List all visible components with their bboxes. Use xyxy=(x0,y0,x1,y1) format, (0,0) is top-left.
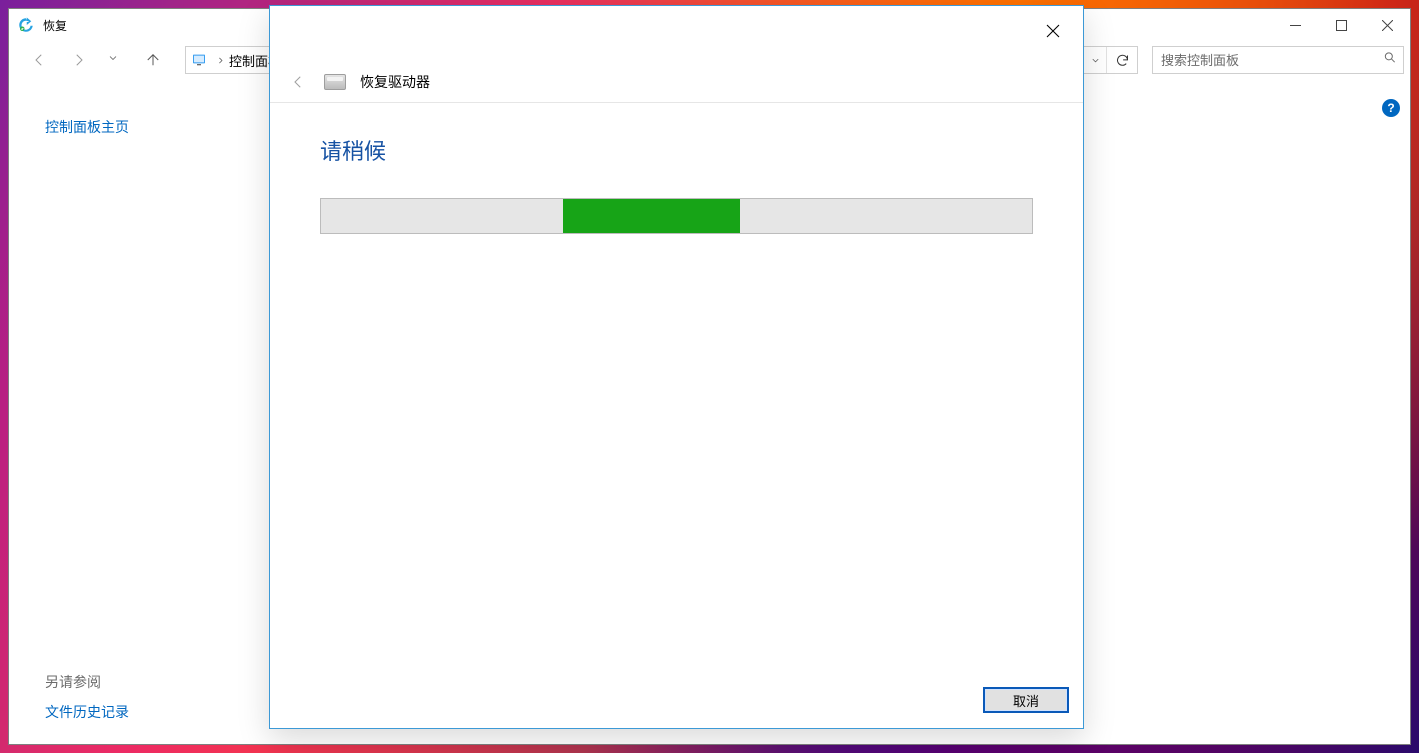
progress-bar-chunk xyxy=(563,199,741,233)
drive-icon xyxy=(324,74,346,90)
search-icon xyxy=(1383,51,1397,70)
progress-bar xyxy=(320,198,1033,234)
cancel-button[interactable]: 取消 xyxy=(983,687,1069,713)
dialog-back-button[interactable] xyxy=(286,73,310,91)
sidebar-link-file-history[interactable]: 文件历史记录 xyxy=(45,702,129,722)
nav-back-button[interactable] xyxy=(27,48,51,72)
nav-arrows xyxy=(15,48,173,72)
window-minimize-button[interactable] xyxy=(1272,9,1318,41)
window-controls xyxy=(1272,9,1410,41)
window-close-button[interactable] xyxy=(1364,9,1410,41)
nav-up-button[interactable] xyxy=(141,48,165,72)
dialog-header: 恢复驱动器 xyxy=(286,72,430,92)
nav-forward-button[interactable] xyxy=(67,48,91,72)
search-box[interactable] xyxy=(1152,46,1404,74)
dialog-footer: 取消 xyxy=(270,672,1083,728)
recovery-control-panel-window: 恢复 xyxy=(8,8,1411,745)
titlebar-left: 恢复 xyxy=(9,16,67,34)
help-icon[interactable]: ? xyxy=(1382,99,1400,117)
refresh-button[interactable] xyxy=(1107,47,1137,73)
window-maximize-button[interactable] xyxy=(1318,9,1364,41)
window-title: 恢复 xyxy=(43,17,67,34)
dialog-title: 恢复驱动器 xyxy=(360,72,430,92)
recovery-drive-dialog: 恢复驱动器 请稍候 取消 xyxy=(269,5,1084,729)
dialog-top-area xyxy=(270,6,1083,64)
dialog-close-button[interactable] xyxy=(1035,16,1071,46)
nav-recent-dropdown-icon[interactable] xyxy=(107,51,119,69)
sidebar-link-control-panel-home[interactable]: 控制面板主页 xyxy=(45,117,129,137)
chevron-right-icon xyxy=(212,47,228,73)
see-also-label: 另请参阅 xyxy=(45,672,101,692)
dialog-separator xyxy=(270,102,1083,103)
recovery-app-icon xyxy=(17,16,35,34)
dialog-wait-label: 请稍候 xyxy=(320,134,386,166)
address-breadcrumb-right xyxy=(1083,46,1138,74)
search-input[interactable] xyxy=(1153,53,1403,68)
control-panel-icon xyxy=(186,47,212,73)
address-dropdown-button[interactable] xyxy=(1084,47,1106,73)
